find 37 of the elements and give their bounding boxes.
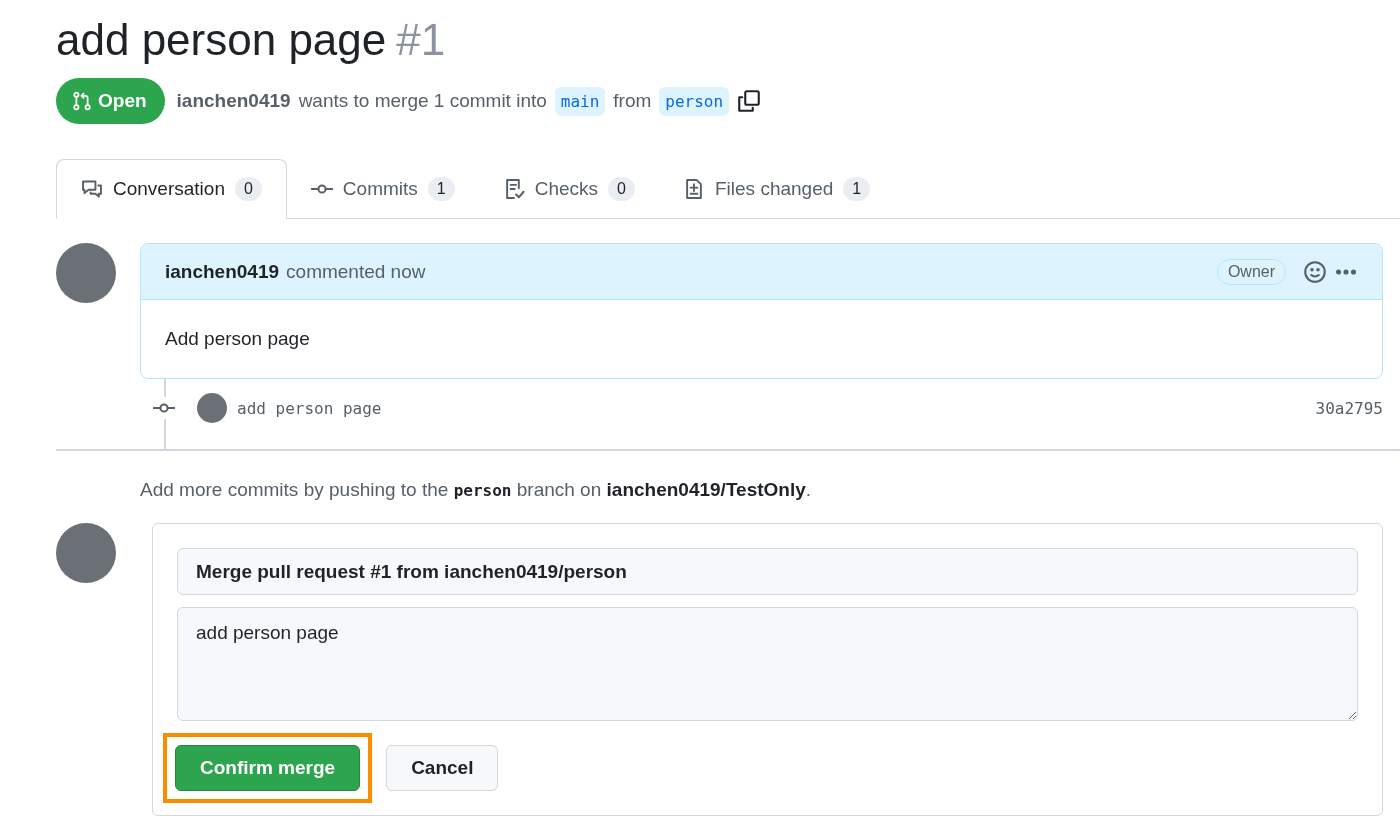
tab-label: Conversation	[113, 178, 225, 200]
hint-text: Add more commits by pushing to the person branch on ianchen0419/TestOnly.	[140, 479, 813, 501]
tab[interactable]: Commits 1	[286, 159, 479, 219]
tab-label: Checks	[534, 178, 599, 200]
speech-bubbles-icon	[81, 178, 103, 200]
avatar[interactable]	[56, 523, 116, 583]
smiley-icon[interactable]	[1303, 259, 1327, 284]
tab-counter: 1	[843, 177, 871, 201]
commit-message-field[interactable]: add person page	[177, 607, 1358, 721]
tab-label: Commits	[342, 178, 418, 200]
tab[interactable]: Files changed 1	[659, 159, 895, 219]
from-label: from	[613, 90, 652, 112]
tab-label: Files changed	[715, 178, 834, 200]
pull-request-icon	[72, 91, 92, 111]
author-name[interactable]: ianchen0419	[176, 90, 291, 112]
commit-title-field[interactable]: Merge pull request #1 from ianchen0419/person	[177, 548, 1358, 595]
pr-number: #1	[396, 14, 446, 66]
tab-counter: 1	[427, 177, 455, 201]
merge-summary: wants to merge 1 commit into	[298, 90, 547, 112]
avatar[interactable]	[56, 243, 116, 303]
comment-author[interactable]: ianchen0419	[165, 260, 280, 283]
tab[interactable]: Conversation 0	[56, 159, 287, 219]
branch-label[interactable]: person	[659, 86, 730, 116]
comment-time: commented now	[286, 260, 426, 283]
tab-counter: 0	[608, 177, 635, 201]
pr-title: add person page	[56, 14, 387, 66]
comment-text: Add person page	[164, 327, 311, 351]
commit-message[interactable]: add person page	[237, 398, 382, 418]
avatar[interactable]	[197, 393, 227, 423]
commit-sha[interactable]: 30a2795	[1315, 398, 1383, 418]
tab-counter: 0	[234, 177, 262, 201]
file-diff-icon	[683, 178, 705, 200]
cancel-button[interactable]: Cancel	[386, 745, 499, 791]
status-badge: Open	[56, 78, 165, 124]
copy-icon[interactable]	[737, 89, 762, 113]
tab[interactable]: Checks 0	[478, 159, 659, 219]
branch-label[interactable]: main	[554, 86, 606, 116]
